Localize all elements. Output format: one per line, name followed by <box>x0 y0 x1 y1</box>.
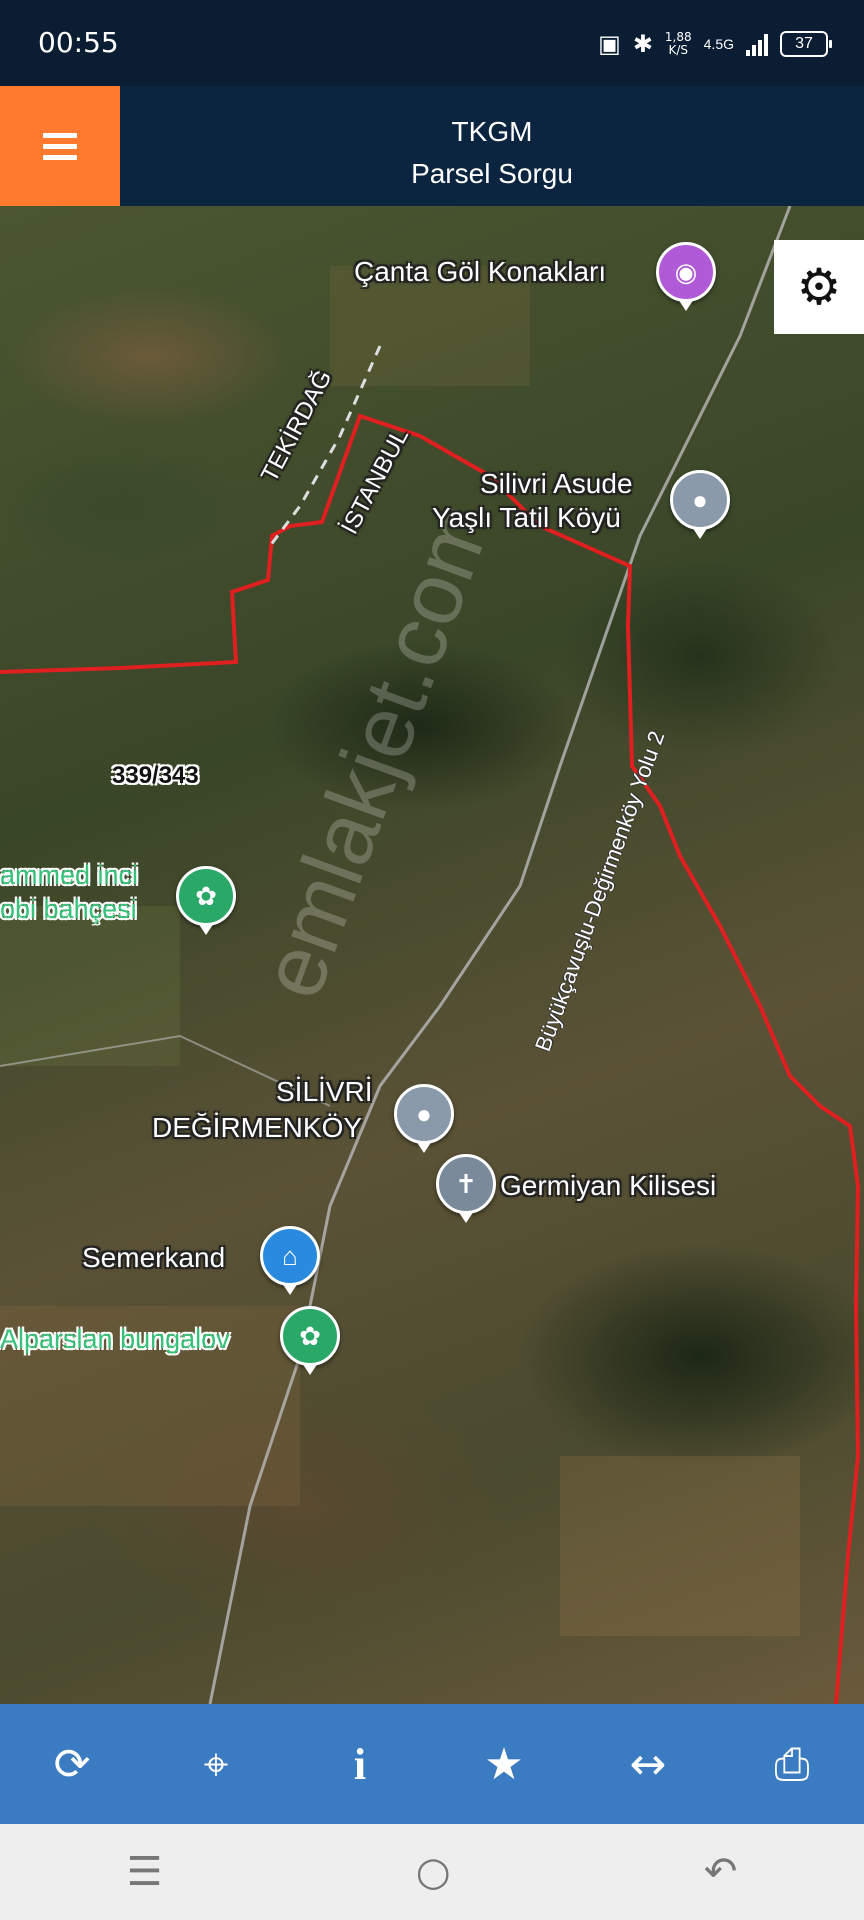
info-button[interactable]: i <box>320 1724 400 1804</box>
field-texture <box>0 266 800 1636</box>
recents-icon[interactable]: ☰ <box>127 1849 163 1895</box>
poi-label-muhammed-2: obi bahçesi <box>0 894 137 924</box>
home-icon[interactable]: ○ <box>416 1849 451 1895</box>
app-title: TKGM <box>451 116 533 147</box>
camera-pin-icon[interactable]: ◉ <box>656 242 716 311</box>
poi-label-asude-2: Yaşlı Tatil Köyü <box>432 502 621 533</box>
parcel-label[interactable]: 339/343 <box>112 762 199 790</box>
poi-label-asude-1: Silivri Asude <box>480 468 633 499</box>
poi-label-alparslan: Alparslan bungalov <box>0 1324 230 1354</box>
gear-icon: ⚙ <box>796 258 842 316</box>
status-icons: ▣ ✱ 1,88 K/S 4.5G 37 <box>598 24 832 64</box>
status-time: 00:55 <box>38 26 119 59</box>
flower-pin-icon[interactable]: ✿ <box>176 866 236 935</box>
network-type: 4.5G <box>703 36 734 52</box>
map-view[interactable]: emlakjet.com ⚙ Çanta Göl Konakları ◉ Sil… <box>0 206 864 1704</box>
favorite-button[interactable]: ★ <box>464 1724 544 1804</box>
back-icon[interactable]: ↶ <box>704 1849 738 1895</box>
locate-icon: ⌖ <box>203 1738 229 1790</box>
bottom-toolbar: ⟳ ⌖ i ★ ↔ ⎙ <box>0 1704 864 1824</box>
signal-icon <box>746 32 768 56</box>
system-nav-bar: ☰ ○ ↶ <box>0 1824 864 1920</box>
menu-button[interactable] <box>0 86 120 206</box>
poi-label-silivri-1: SİLİVRİ <box>276 1076 373 1107</box>
app-bar: TKGM Parsel Sorgu <box>0 86 864 206</box>
star-icon: ★ <box>484 1738 524 1790</box>
hamburger-icon <box>43 127 77 166</box>
refresh-icon: ⟳ <box>53 1738 91 1790</box>
bluetooth-icon: ✱ <box>632 30 653 58</box>
app-title-block: TKGM Parsel Sorgu <box>120 86 864 206</box>
status-bar: 00:55 ▣ ✱ 1,88 K/S 4.5G 37 <box>0 0 864 86</box>
info-icon: i <box>353 1739 367 1789</box>
measure-button[interactable]: ↔ <box>608 1724 688 1804</box>
nfc-icon: ▣ <box>598 30 621 58</box>
poi-label-canta: Çanta Göl Konakları <box>354 256 607 287</box>
poi-label-semerkand: Semerkand <box>82 1242 226 1273</box>
poi-label-muhammed-1: ammed inci <box>0 860 139 890</box>
battery-icon: 37 <box>780 31 832 57</box>
measure-icon: ↔ <box>629 1738 667 1790</box>
town-pin-icon[interactable]: ● <box>394 1084 454 1153</box>
print-icon: ⎙ <box>774 1738 810 1790</box>
map-overlay <box>0 206 861 1704</box>
app-subtitle: Parsel Sorgu <box>411 158 573 189</box>
net-speed: 1,88 K/S <box>664 30 692 57</box>
poi-label-germiyan: Germiyan Kilisesi <box>500 1170 717 1201</box>
shop-pin-icon[interactable]: ⌂ <box>260 1226 320 1295</box>
place-pin-icon[interactable]: ● <box>670 470 730 539</box>
print-button[interactable]: ⎙ <box>752 1724 832 1804</box>
flower-pin-icon-2[interactable]: ✿ <box>280 1306 340 1375</box>
locate-button[interactable]: ⌖ <box>176 1724 256 1804</box>
church-pin-icon[interactable]: ✝ <box>436 1154 496 1223</box>
refresh-button[interactable]: ⟳ <box>32 1724 112 1804</box>
poi-label-silivri-2: DEĞİRMENKÖY <box>152 1112 363 1143</box>
settings-button[interactable]: ⚙ <box>774 240 864 334</box>
